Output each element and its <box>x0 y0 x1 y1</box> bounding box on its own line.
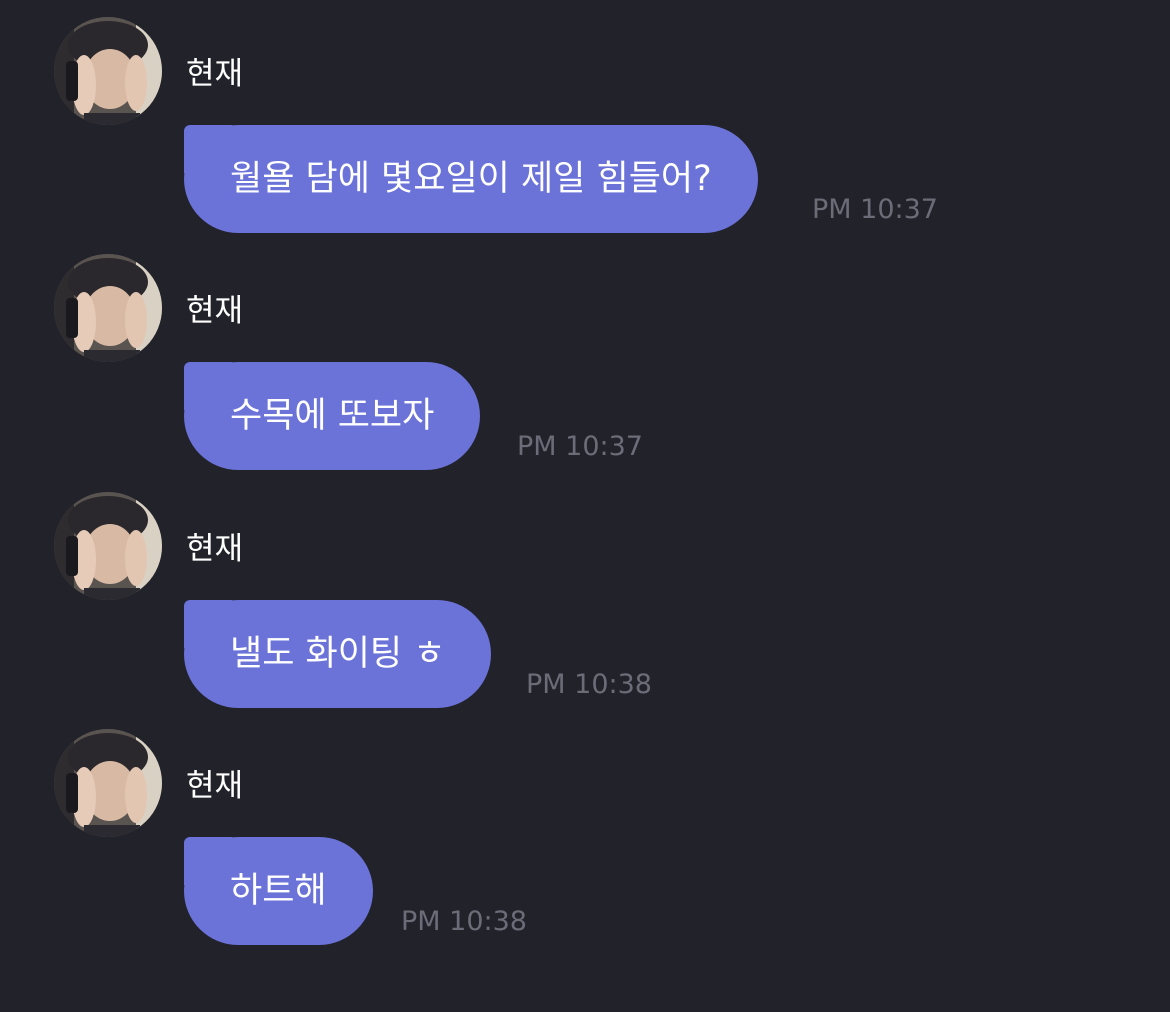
sender-name: 현재 <box>186 768 244 804</box>
message-text: 수목에 또보자 <box>230 396 435 436</box>
avatar[interactable] <box>54 729 162 837</box>
sender-name: 현재 <box>186 531 244 567</box>
profile-photo-icon <box>54 17 162 125</box>
message-row: 현재 낼도 화이팅 ㅎ PM 10:38 <box>0 475 1170 712</box>
profile-photo-icon <box>54 492 162 600</box>
profile-photo-icon <box>54 254 162 362</box>
message-text: 월욜 담에 몇요일이 제일 힘들어? <box>230 159 712 199</box>
message-bubble[interactable]: 월욜 담에 몇요일이 제일 힘들어? <box>184 125 758 233</box>
message-time: PM 10:38 <box>526 669 652 700</box>
message-row: 현재 하트해 PM 10:38 <box>0 712 1170 949</box>
avatar[interactable] <box>54 17 162 125</box>
message-bubble[interactable]: 하트해 <box>184 837 373 945</box>
message-time: PM 10:38 <box>401 906 527 937</box>
message-time: PM 10:37 <box>812 194 938 225</box>
avatar[interactable] <box>54 492 162 600</box>
chat-view: 현재 월욜 담에 몇요일이 제일 힘들어? PM 10:37 현재 수목에 또보… <box>0 0 1170 1012</box>
profile-photo-icon <box>54 729 162 837</box>
message-bubble[interactable]: 낼도 화이팅 ㅎ <box>184 600 492 708</box>
message-row: 현재 수목에 또보자 PM 10:37 <box>0 237 1170 474</box>
avatar[interactable] <box>54 254 162 362</box>
message-text: 하트해 <box>230 871 327 911</box>
message-text: 낼도 화이팅 ㅎ <box>230 634 446 674</box>
sender-name: 현재 <box>186 293 244 329</box>
message-bubble[interactable]: 수목에 또보자 <box>184 362 481 470</box>
message-time: PM 10:37 <box>517 431 643 462</box>
sender-name: 현재 <box>186 56 244 92</box>
message-row: 현재 월욜 담에 몇요일이 제일 힘들어? PM 10:37 <box>0 0 1170 237</box>
